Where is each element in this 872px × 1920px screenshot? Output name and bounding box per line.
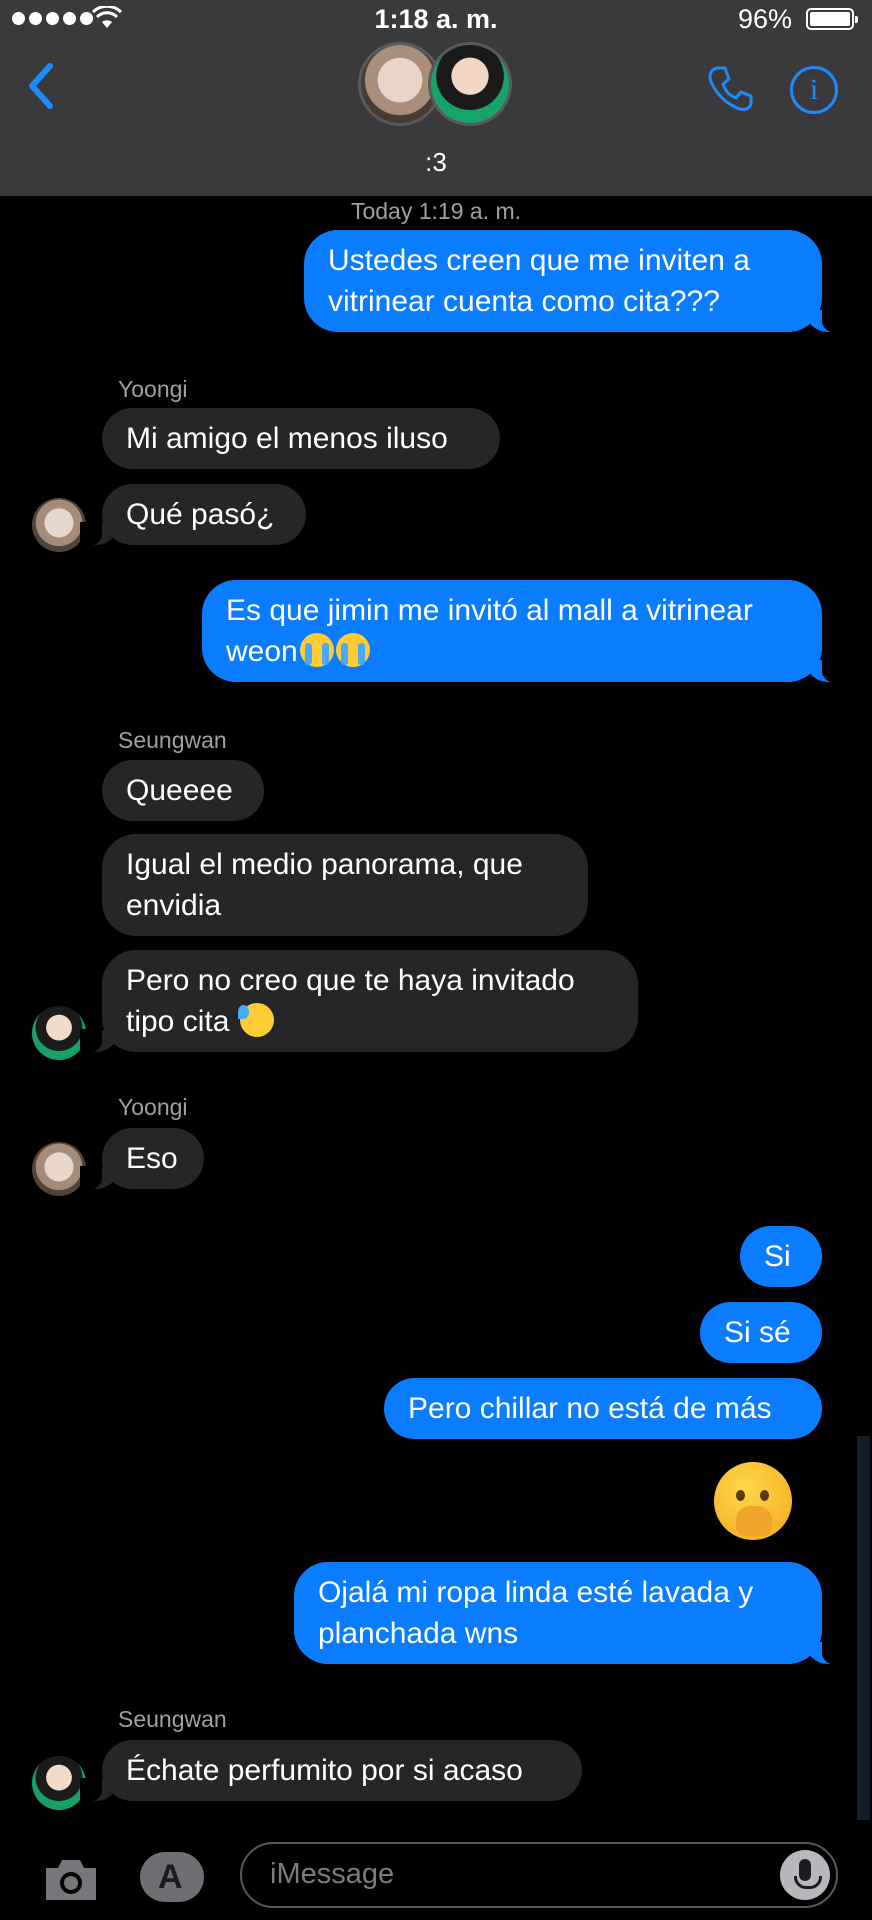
sender-name: Seungwan bbox=[118, 727, 227, 753]
avatar-seungwan bbox=[428, 42, 512, 126]
incoming-message[interactable]: Igual el medio panorama, que envidia bbox=[102, 834, 588, 936]
incoming-message[interactable]: Pero no creo que te haya invitado tipo c… bbox=[80, 950, 638, 1053]
incoming-message[interactable]: Qué pasó¿ bbox=[80, 484, 306, 546]
incoming-message[interactable]: Échate perfumito por si acaso bbox=[80, 1740, 582, 1802]
sender-name: Yoongi bbox=[118, 376, 188, 402]
scrollbar[interactable] bbox=[857, 1436, 870, 1832]
group-name[interactable]: :3 bbox=[0, 147, 872, 178]
sender-name: Yoongi bbox=[118, 1094, 188, 1120]
hand-over-mouth-emoji[interactable] bbox=[714, 1462, 792, 1540]
app-store-button[interactable]: A bbox=[140, 1852, 204, 1902]
outgoing-message[interactable]: Es que jimin me invitó al mall a vitrine… bbox=[202, 580, 844, 683]
message-text: Pero no creo que te haya invitado tipo c… bbox=[126, 964, 575, 1038]
sender-name: Seungwan bbox=[118, 1706, 227, 1732]
microphone-icon[interactable] bbox=[780, 1850, 830, 1900]
phone-icon[interactable] bbox=[705, 64, 755, 114]
camera-icon[interactable] bbox=[42, 1856, 100, 1902]
back-chevron-icon[interactable] bbox=[26, 62, 56, 110]
avatar-yoongi bbox=[32, 1142, 86, 1196]
app-store-icon: A bbox=[158, 1858, 183, 1896]
incoming-message[interactable]: Eso bbox=[80, 1128, 204, 1190]
outgoing-message[interactable]: Si bbox=[740, 1226, 822, 1287]
message-placeholder: iMessage bbox=[270, 1858, 395, 1890]
status-bar: 1:18 a. m. 96% bbox=[0, 0, 872, 40]
message-composer: A iMessage bbox=[0, 1820, 872, 1920]
info-icon[interactable]: i bbox=[790, 66, 838, 114]
incoming-message[interactable]: Queeee bbox=[102, 760, 264, 821]
outgoing-message[interactable]: Ojalá mi ropa linda esté lavada y planch… bbox=[294, 1562, 844, 1665]
loudly-crying-emoji bbox=[335, 633, 370, 667]
loudly-crying-emoji bbox=[299, 633, 334, 667]
outgoing-message[interactable]: Pero chillar no está de más bbox=[384, 1378, 822, 1439]
outgoing-message[interactable]: Si sé bbox=[700, 1302, 822, 1363]
downcast-sweat-emoji bbox=[237, 1003, 274, 1037]
group-avatars[interactable] bbox=[358, 42, 512, 130]
avatar-seungwan bbox=[32, 1006, 86, 1060]
message-input[interactable]: iMessage bbox=[240, 1842, 838, 1908]
incoming-message[interactable]: Mi amigo el menos iluso bbox=[102, 408, 500, 469]
avatar-seungwan bbox=[32, 1756, 86, 1810]
outgoing-message[interactable]: Ustedes creen que me inviten a vitrinear… bbox=[304, 230, 844, 333]
battery-percentage: 96% bbox=[737, 4, 792, 34]
avatar-yoongi bbox=[32, 498, 86, 552]
message-timestamp: Today 1:19 a. m. bbox=[350, 198, 522, 224]
battery-icon bbox=[806, 8, 858, 30]
conversation-header: 1:18 a. m. 96% :3 i bbox=[0, 0, 872, 196]
